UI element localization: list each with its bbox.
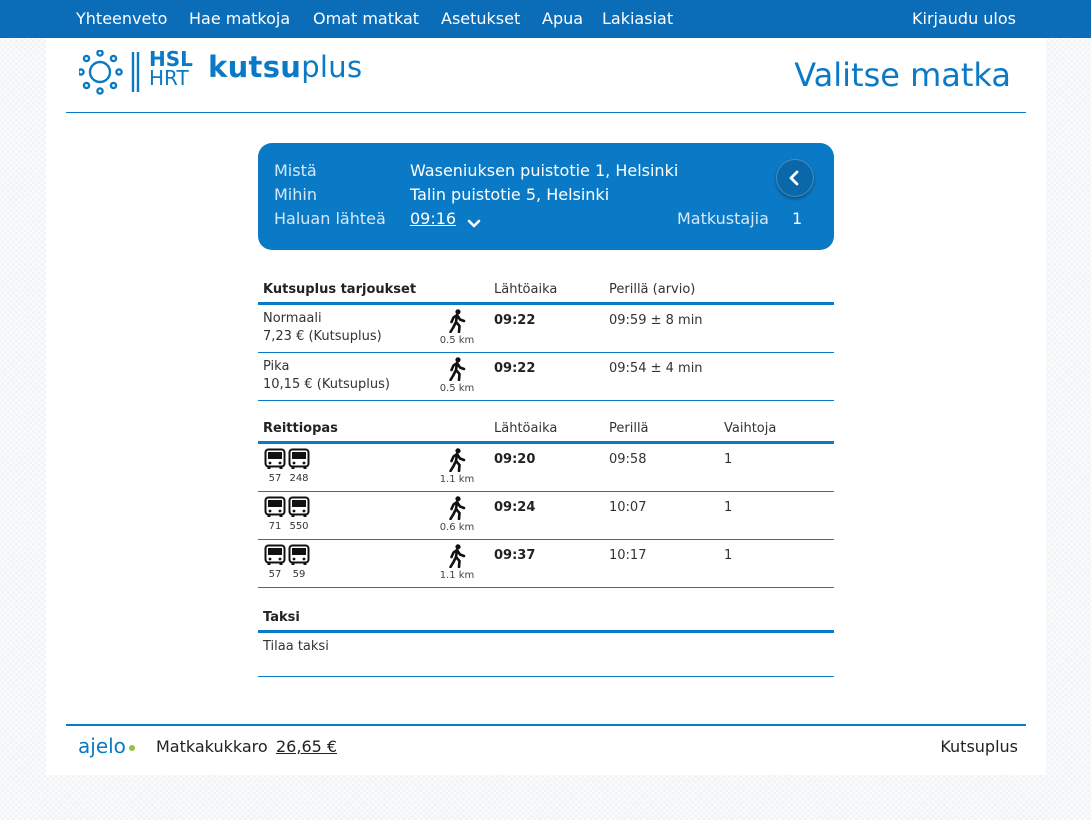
table-row[interactable]: Pika 10,15 € (Kutsuplus) 0.5 km 09:22 09… bbox=[258, 353, 834, 401]
reittiopas-header: Reittiopas Lähtöaika Perillä Vaihtoja bbox=[258, 417, 834, 444]
transfers-count: 1 bbox=[724, 548, 733, 563]
table-row[interactable]: 57 59 1.1 km 09:37 10:17 1 bbox=[258, 540, 834, 588]
kutsuplus-header: Kutsuplus tarjoukset Lähtöaika Perillä (… bbox=[258, 278, 834, 305]
logo-hrt: HRT bbox=[149, 66, 189, 90]
transfers-count: 1 bbox=[724, 500, 733, 515]
ajelo-logo: ajelo bbox=[78, 734, 135, 758]
passengers-value: 1 bbox=[792, 209, 803, 228]
header-divider bbox=[66, 112, 1026, 113]
reittiopas-title: Reittiopas bbox=[263, 421, 338, 436]
transfers-count: 1 bbox=[724, 452, 733, 467]
walk-distance: 1.1 km bbox=[434, 544, 480, 581]
walk-distance: 1.1 km bbox=[434, 448, 480, 485]
from-value: Waseniuksen puistotie 1, Helsinki bbox=[410, 161, 679, 180]
walk-distance: 0.5 km bbox=[434, 357, 480, 394]
depart-time: 09:20 bbox=[494, 452, 536, 467]
bus-line-number: 59 bbox=[292, 569, 306, 580]
trip-summary: Mistä Waseniuksen puistotie 1, Helsinki … bbox=[258, 143, 834, 250]
table-row[interactable]: Normaali 7,23 € (Kutsuplus) 0.5 km 09:22… bbox=[258, 305, 834, 353]
to-label: Mihin bbox=[274, 185, 317, 204]
col-transfers: Vaihtoja bbox=[724, 421, 777, 436]
arrive-time: 09:58 bbox=[609, 452, 647, 467]
bus-icon bbox=[264, 544, 286, 565]
footer-divider bbox=[66, 724, 1026, 726]
nav-item-yhteenveto[interactable]: Yhteenveto bbox=[76, 0, 167, 38]
arrive-time: 10:17 bbox=[609, 548, 647, 563]
kutsuplus-title: Kutsuplus tarjoukset bbox=[263, 282, 417, 297]
nav-item-apua[interactable]: Apua bbox=[542, 0, 583, 38]
reittiopas-table: Reittiopas Lähtöaika Perillä Vaihtoja 57… bbox=[258, 417, 834, 588]
offer-name: Normaali bbox=[263, 311, 322, 326]
logout-link[interactable]: Kirjaudu ulos bbox=[912, 0, 1016, 38]
col-depart: Lähtöaika bbox=[494, 282, 558, 297]
offer-name: Pika bbox=[263, 359, 290, 374]
page-container: HSL HRT kutsuplus Valitse matka Mistä Wa… bbox=[46, 38, 1046, 775]
depart-time: 09:24 bbox=[494, 500, 536, 515]
taksi-title: Taksi bbox=[263, 610, 300, 625]
back-button[interactable] bbox=[776, 159, 814, 197]
to-value: Talin puistotie 5, Helsinki bbox=[410, 185, 610, 204]
col-depart: Lähtöaika bbox=[494, 421, 558, 436]
nav-item-asetukset[interactable]: Asetukset bbox=[441, 0, 520, 38]
kutsuplus-wordmark: kutsuplus bbox=[208, 50, 363, 84]
hsl-logo: HSL HRT bbox=[77, 49, 199, 100]
passengers-label: Matkustajia bbox=[677, 209, 769, 228]
top-navigation: Yhteenveto Hae matkoja Omat matkat Asetu… bbox=[0, 0, 1091, 38]
depart-time: 09:22 bbox=[494, 313, 536, 328]
bus-icon bbox=[288, 544, 310, 565]
walk-distance: 0.5 km bbox=[434, 309, 480, 346]
arrive-time: 10:07 bbox=[609, 500, 647, 515]
walking-person-icon bbox=[449, 496, 466, 520]
col-arrive: Perillä (arvio) bbox=[609, 282, 696, 297]
walking-person-icon bbox=[449, 357, 466, 381]
arrive-time: 09:54 ± 4 min bbox=[609, 361, 703, 376]
order-taxi-row[interactable]: Tilaa taksi bbox=[258, 633, 834, 677]
depart-label: Haluan lähteä bbox=[274, 209, 386, 228]
bus-icon bbox=[264, 496, 286, 517]
nav-item-hae-matkoja[interactable]: Hae matkoja bbox=[189, 0, 290, 38]
bus-line-number: 57 bbox=[268, 569, 282, 580]
bus-line-number: 57 bbox=[268, 473, 282, 484]
bus-line-number: 550 bbox=[289, 521, 309, 532]
bus-icon bbox=[288, 448, 310, 469]
nav-item-lakiasiat[interactable]: Lakiasiat bbox=[602, 0, 673, 38]
taksi-table: Taksi Tilaa taksi bbox=[258, 606, 834, 677]
depart-time-select[interactable]: 09:16 bbox=[410, 209, 456, 228]
walking-person-icon bbox=[449, 544, 466, 568]
chevron-down-icon[interactable] bbox=[467, 219, 481, 229]
walk-distance: 0.6 km bbox=[434, 496, 480, 533]
kutsuplus-offers-table: Kutsuplus tarjoukset Lähtöaika Perillä (… bbox=[258, 278, 834, 401]
offer-price: 10,15 € (Kutsuplus) bbox=[263, 377, 390, 392]
footer-brand: Kutsuplus bbox=[940, 737, 1018, 756]
table-row[interactable]: 57 248 1.1 km 09:20 09:58 1 bbox=[258, 444, 834, 492]
bus-icon bbox=[288, 496, 310, 517]
bus-line-number: 248 bbox=[289, 473, 309, 484]
order-taxi-link[interactable]: Tilaa taksi bbox=[263, 639, 329, 654]
from-label: Mistä bbox=[274, 161, 317, 180]
bus-line-number: 71 bbox=[268, 521, 282, 532]
table-row[interactable]: 71 550 0.6 km 09:24 10:07 1 bbox=[258, 492, 834, 540]
nav-item-omat-matkat[interactable]: Omat matkat bbox=[313, 0, 419, 38]
arrive-time: 09:59 ± 8 min bbox=[609, 313, 703, 328]
walking-person-icon bbox=[449, 448, 466, 472]
page-title: Valitse matka bbox=[794, 56, 1011, 94]
depart-time: 09:37 bbox=[494, 548, 536, 563]
wallet-label: Matkakukkaro bbox=[156, 737, 268, 756]
taksi-header: Taksi bbox=[258, 606, 834, 633]
chevron-left-icon bbox=[789, 170, 799, 186]
col-arrive: Perillä bbox=[609, 421, 649, 436]
depart-time: 09:22 bbox=[494, 361, 536, 376]
offer-price: 7,23 € (Kutsuplus) bbox=[263, 329, 382, 344]
wallet-balance-link[interactable]: 26,65 € bbox=[276, 737, 337, 756]
walking-person-icon bbox=[449, 309, 466, 333]
bus-icon bbox=[264, 448, 286, 469]
